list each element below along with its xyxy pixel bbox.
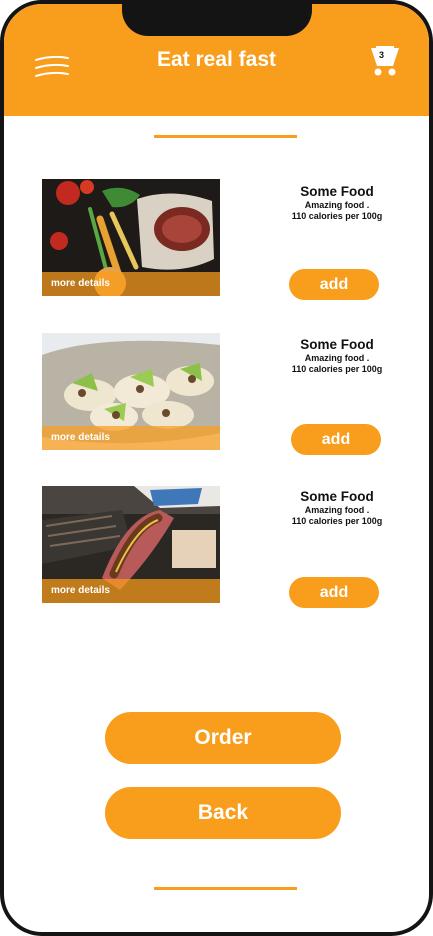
food-card: more details Some Food Amazing food . 11… — [4, 333, 429, 455]
food-description: Amazing food . — [304, 505, 370, 515]
food-image[interactable]: more details — [42, 333, 220, 450]
cart-count-badge: 3 — [379, 50, 385, 60]
add-button[interactable]: add — [291, 424, 381, 455]
phone-notch — [122, 4, 312, 36]
add-button[interactable]: add — [289, 269, 379, 300]
food-card: more details Some Food Amazing food . 11… — [4, 179, 429, 300]
more-details-link[interactable]: more details — [42, 272, 220, 296]
app-title: Eat real fast — [156, 48, 277, 71]
food-card: more details Some Food Amazing food . 11… — [4, 486, 429, 608]
food-image[interactable]: more details — [42, 486, 220, 603]
shopping-cart-icon — [371, 46, 399, 76]
bottom-divider — [154, 887, 297, 890]
back-button[interactable]: Back — [105, 787, 341, 839]
food-description: Amazing food . — [304, 200, 370, 210]
top-divider — [154, 135, 297, 138]
more-details-link[interactable]: more details — [42, 579, 220, 603]
food-name: Some Food — [300, 184, 374, 199]
food-name: Some Food — [300, 337, 374, 352]
food-description: Amazing food . — [304, 353, 370, 363]
shopping-cart-button[interactable]: 3 — [369, 42, 401, 78]
add-button[interactable]: add — [289, 577, 379, 608]
food-calories: 110 calories per 100g — [291, 211, 383, 221]
food-calories: 110 calories per 100g — [291, 364, 383, 374]
food-image[interactable]: more details — [42, 179, 220, 296]
more-details-link[interactable]: more details — [42, 426, 220, 450]
order-button[interactable]: Order — [105, 712, 341, 764]
phone-frame: Eat real fast 3 more details Some Food A… — [0, 0, 433, 936]
food-name: Some Food — [300, 489, 374, 504]
food-calories: 110 calories per 100g — [291, 516, 383, 526]
